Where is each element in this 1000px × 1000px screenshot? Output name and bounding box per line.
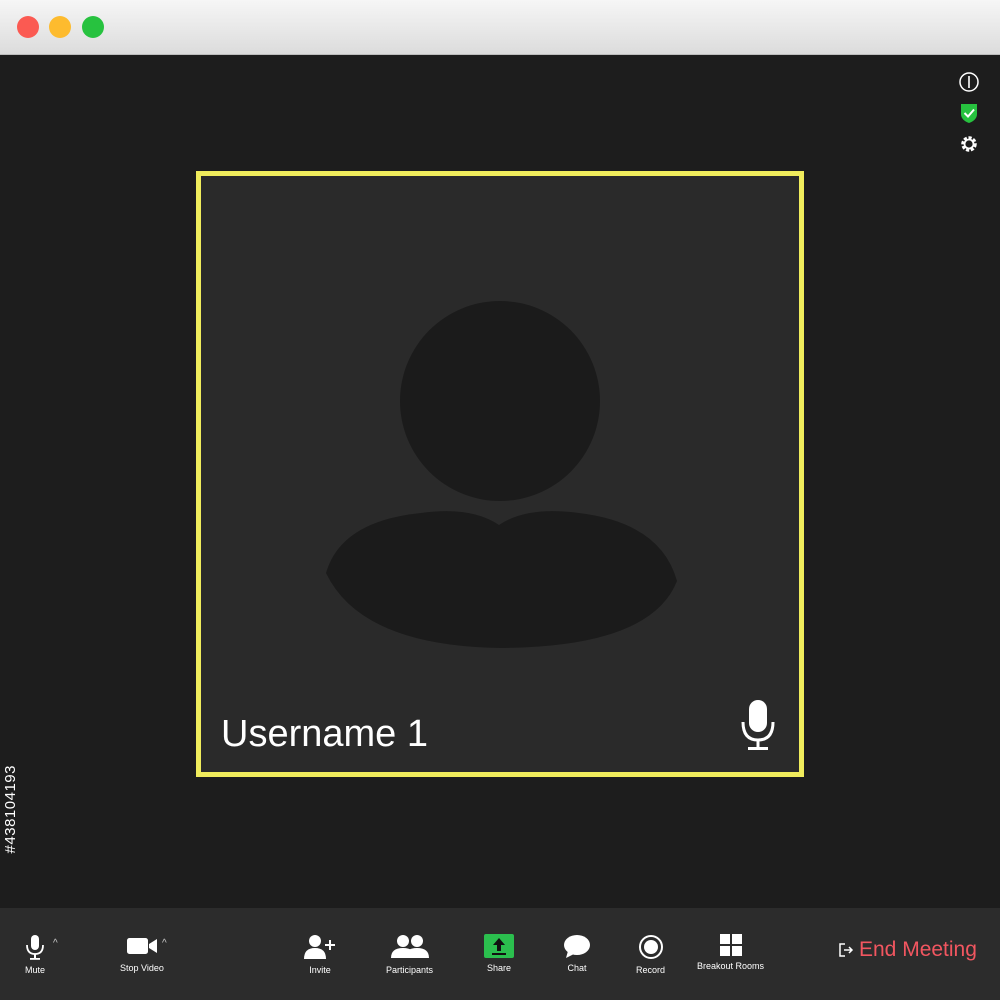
breakout-rooms-button[interactable]: Breakout Rooms [697, 934, 764, 971]
meeting-stage: Username 1 [0, 55, 1000, 908]
exit-icon [839, 943, 854, 957]
microphone-icon [741, 700, 775, 750]
maximize-window-button[interactable] [82, 16, 104, 38]
stop-video-label: Stop Video [120, 963, 164, 973]
breakout-rooms-label: Breakout Rooms [697, 961, 765, 971]
participant-username: Username 1 [221, 713, 428, 755]
breakout-rooms-grid-icon [719, 934, 742, 956]
participants-icon [390, 935, 429, 958]
side-stock-id: #438104193 [2, 765, 19, 854]
mute-button[interactable]: Mute [25, 934, 45, 975]
record-button[interactable]: Record [636, 934, 665, 975]
share-screen-icon [484, 934, 514, 958]
participants-button[interactable]: Participants [386, 934, 433, 975]
invite-button[interactable]: Invite [303, 934, 337, 975]
stop-video-button[interactable]: Stop Video [120, 934, 164, 973]
participants-label: Participants [386, 965, 434, 975]
mute-options-caret-icon[interactable]: ^ [53, 938, 58, 949]
video-options-caret-icon[interactable]: ^ [162, 938, 167, 949]
mute-label: Mute [25, 965, 46, 975]
close-window-button[interactable] [17, 16, 39, 38]
minimize-window-button[interactable] [49, 16, 71, 38]
avatar-placeholder-icon [326, 301, 677, 648]
chat-label: Chat [567, 963, 587, 973]
shield-check-icon[interactable] [958, 102, 980, 124]
window-title-bar [0, 0, 1000, 55]
gear-icon[interactable] [958, 133, 980, 155]
record-icon [638, 935, 663, 959]
chat-button[interactable]: Chat [563, 934, 591, 973]
microphone-icon [26, 935, 44, 960]
end-meeting-button[interactable]: End Meeting [838, 938, 977, 962]
record-label: Record [636, 965, 666, 975]
end-meeting-label: End Meeting [859, 938, 977, 961]
participant-video-tile[interactable]: Username 1 [196, 171, 804, 777]
invite-label: Invite [309, 965, 331, 975]
info-icon[interactable] [958, 71, 980, 93]
meeting-toolbar: Mute ^ Stop Video ^ Invite Participants [0, 908, 1000, 1000]
add-person-icon [304, 935, 335, 959]
chat-bubble-icon [564, 935, 590, 958]
video-camera-icon [126, 938, 157, 954]
top-right-icons [958, 71, 980, 164]
share-label: Share [486, 963, 512, 973]
share-button[interactable]: Share [484, 934, 514, 973]
